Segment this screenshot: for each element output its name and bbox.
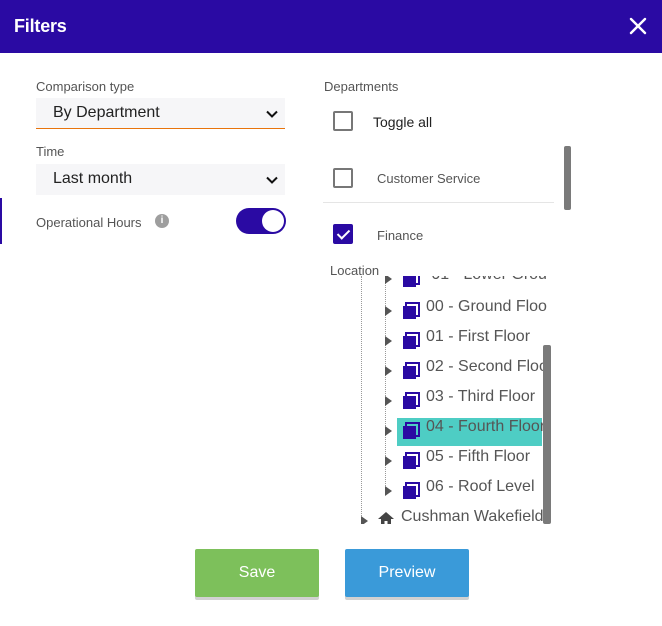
location-tree-node[interactable]: 05 - Fifth Floor (385, 448, 552, 472)
department-checkbox-finance[interactable] (333, 224, 353, 244)
dialog-title: Filters (14, 16, 67, 36)
department-label-finance: Finance (377, 228, 424, 243)
department-checkbox-customer-service[interactable] (333, 168, 353, 188)
expand-arrow-icon[interactable] (385, 486, 392, 496)
floor-stack-icon (403, 422, 420, 439)
location-tree-parent-label: Cushman Wakefield (401, 508, 544, 524)
comparison-type-label: Comparison type (36, 79, 135, 94)
left-edge-accent (0, 198, 2, 244)
expand-arrow-icon[interactable] (385, 396, 392, 406)
floor-stack-icon (403, 332, 420, 349)
departments-label: Departments (324, 79, 399, 94)
floor-stack-icon (403, 362, 420, 379)
save-button[interactable]: Save (195, 549, 319, 597)
location-tree-node-label: 00 - Ground Floo (426, 298, 547, 315)
location-tree-node[interactable]: 06 - Roof Level (385, 478, 552, 502)
expand-arrow-icon[interactable] (385, 456, 392, 466)
chevron-down-icon (266, 176, 278, 184)
expand-arrow-icon[interactable] (385, 336, 392, 346)
location-tree-parent-node[interactable]: Cushman Wakefield (361, 508, 552, 524)
location-tree-node-label: 06 - Roof Level (426, 478, 535, 495)
building-home-icon (378, 512, 394, 524)
chevron-down-icon (266, 110, 278, 118)
location-tree-node[interactable]: 02 - Second Floo (385, 358, 552, 382)
preview-button[interactable]: Preview (345, 549, 469, 597)
floor-stack-icon (403, 302, 420, 319)
tree-guide-line (361, 276, 362, 524)
location-tree: -01 - Lower Grou 00 - Ground Floo 01 - F… (355, 276, 552, 524)
comparison-type-select[interactable]: By Department (36, 98, 285, 129)
expand-arrow-icon[interactable] (385, 426, 392, 436)
info-icon[interactable]: i (155, 214, 169, 228)
close-button[interactable] (625, 13, 651, 39)
location-tree-node-label: 05 - Fifth Floor (426, 448, 531, 465)
floor-stack-icon (403, 276, 420, 287)
department-divider (323, 202, 554, 203)
location-tree-node[interactable]: 00 - Ground Floo (385, 298, 552, 322)
expand-arrow-icon[interactable] (385, 366, 392, 376)
close-icon (629, 17, 647, 35)
floor-stack-icon (403, 392, 420, 409)
floor-stack-icon (403, 452, 420, 469)
toggle-all-label: Toggle all (373, 114, 433, 130)
departments-scrollbar[interactable] (564, 146, 571, 210)
location-tree-node[interactable]: 03 - Third Floor (385, 388, 552, 412)
time-label: Time (36, 144, 65, 159)
location-tree-node-label: 01 - First Floor (426, 328, 531, 345)
location-tree-node-label: -01 - Lower Grou (426, 276, 547, 284)
time-value: Last month (53, 170, 133, 187)
comparison-type-value: By Department (53, 104, 160, 121)
time-select[interactable]: Last month (36, 164, 285, 195)
toggle-all-checkbox[interactable] (333, 111, 353, 131)
location-tree-node-selected[interactable]: 04 - Fourth Floor (385, 418, 552, 446)
location-scrollbar[interactable] (543, 345, 551, 524)
location-tree-node-label: 04 - Fourth Floor (426, 418, 546, 435)
expand-arrow-icon[interactable] (361, 516, 368, 524)
operational-hours-toggle[interactable] (236, 208, 286, 234)
expand-arrow-icon[interactable] (385, 306, 392, 316)
department-label-customer-service: Customer Service (377, 171, 481, 186)
floor-stack-icon (403, 482, 420, 499)
dialog-header: Filters (0, 0, 662, 53)
location-tree-node-label: 02 - Second Floo (426, 358, 548, 375)
expand-arrow-icon[interactable] (385, 276, 392, 284)
toggle-knob (262, 210, 284, 232)
operational-hours-label: Operational Hours (36, 215, 142, 230)
location-tree-node-label: 03 - Third Floor (426, 388, 536, 405)
location-tree-node[interactable]: 01 - First Floor (385, 328, 552, 352)
location-tree-node[interactable]: -01 - Lower Grou (385, 276, 552, 290)
